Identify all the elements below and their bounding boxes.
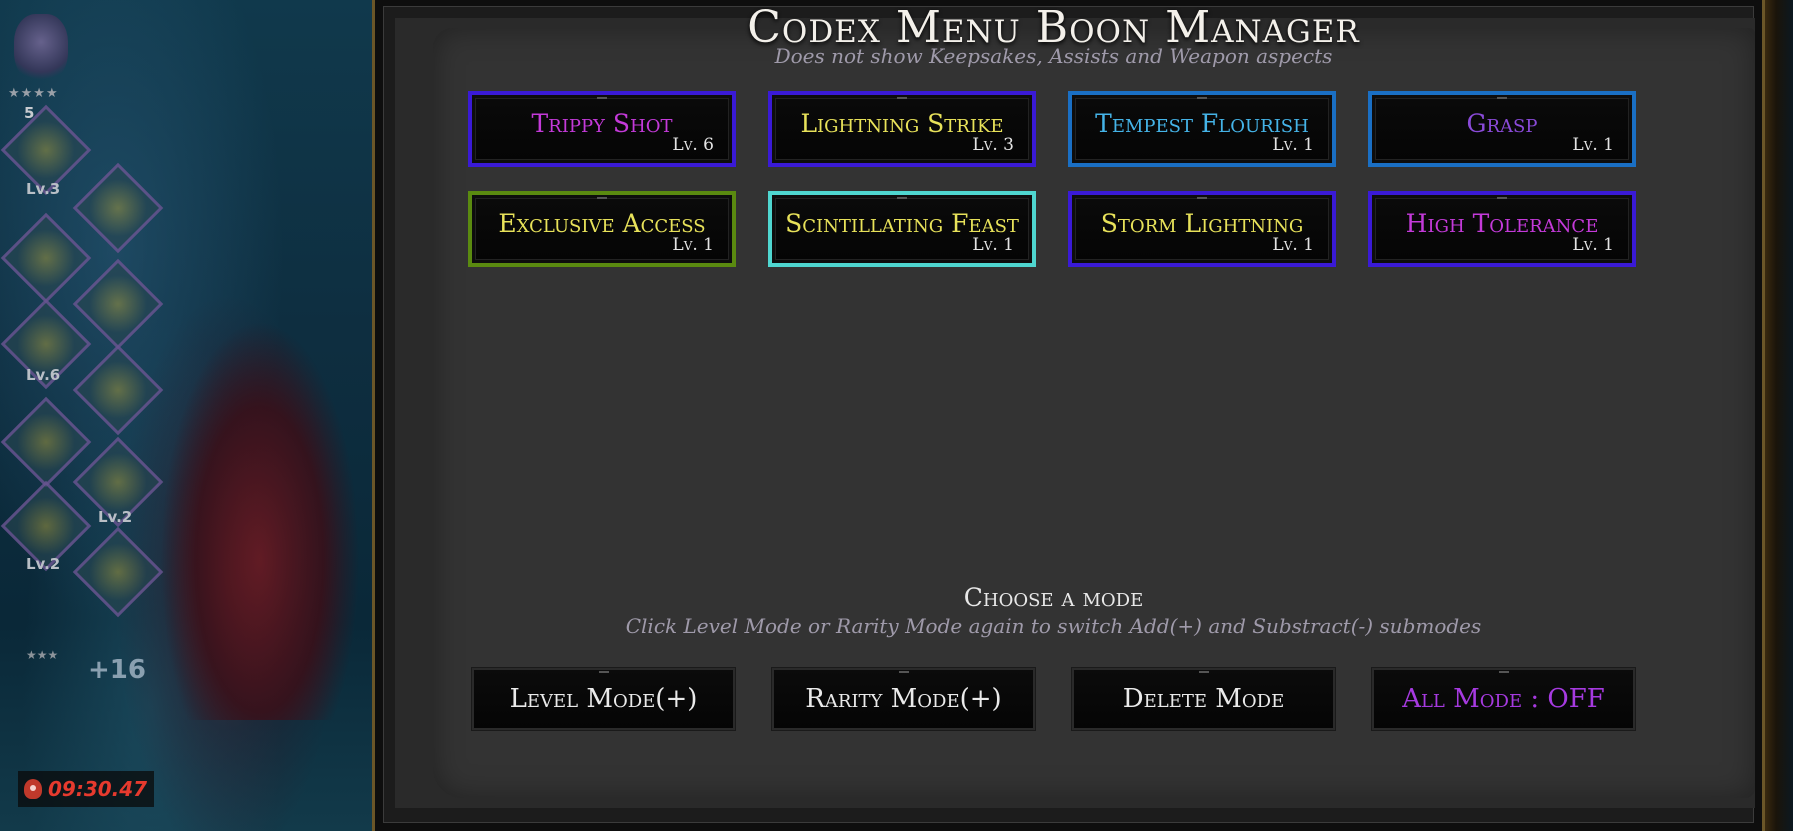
mode-section-hint: Click Level Mode or Rarity Mode again to…	[625, 614, 1482, 638]
boon-slot-level: Lv.6	[26, 366, 61, 384]
delete-mode-button[interactable]: Delete Mode	[1071, 667, 1336, 731]
boon-level: Lv. 3	[972, 135, 1014, 155]
boon-name: Scintillating Feast	[785, 209, 1019, 238]
boon-slot-level: Lv.3	[26, 180, 61, 198]
boon-name: Tempest Flourish	[1095, 109, 1309, 138]
right-edge-decoration	[1765, 0, 1793, 831]
boon-level: Lv. 1	[1272, 235, 1314, 255]
button-tick	[1498, 671, 1509, 673]
boon-slot-icon[interactable]	[0, 396, 92, 488]
more-boons-count: +16	[88, 655, 146, 685]
all-mode-toggle[interactable]: All Mode : OFF	[1371, 667, 1636, 731]
level-mode-button[interactable]: Level Mode(+)	[471, 667, 736, 731]
screen: ★★★★ 5 Lv.3 Lv.6 Lv.2 Lv.2 ★★★ +16 09:30…	[0, 0, 1793, 831]
boon-level: Lv. 1	[672, 235, 714, 255]
boon-card[interactable]: Scintillating Feast Lv. 1	[768, 191, 1036, 267]
boon-card[interactable]: Grasp Lv. 1	[1368, 91, 1636, 167]
boon-card[interactable]: Trippy Shot Lv. 6	[468, 91, 736, 167]
boon-slot-level: Lv.2	[26, 555, 61, 573]
boon-name: Grasp	[1466, 109, 1538, 138]
familiar-icon	[14, 14, 68, 84]
boon-level: Lv. 6	[672, 135, 714, 155]
boon-name: Trippy Shot	[531, 109, 673, 138]
boon-level: Lv. 1	[972, 235, 1014, 255]
page-subtitle: Does not show Keepsakes, Assists and Wea…	[774, 44, 1333, 68]
button-tick	[1198, 671, 1209, 673]
statue-decoration	[160, 320, 360, 720]
boon-level: Lv. 1	[1572, 235, 1614, 255]
rarity-mode-button[interactable]: Rarity Mode(+)	[771, 667, 1036, 731]
boon-card[interactable]: High Tolerance Lv. 1	[1368, 191, 1636, 267]
boon-card[interactable]: Tempest Flourish Lv. 1	[1068, 91, 1336, 167]
mode-section-title: Choose a mode	[963, 583, 1144, 612]
boon-name: Exclusive Access	[498, 209, 706, 238]
boon-card[interactable]: Exclusive Access Lv. 1	[468, 191, 736, 267]
rarity-stars: ★★★★	[8, 86, 59, 101]
timer-icon	[24, 779, 42, 799]
boon-card[interactable]: Lightning Strike Lv. 3	[768, 91, 1036, 167]
boon-slot-icon[interactable]	[72, 258, 164, 350]
boon-level: Lv. 1	[1572, 135, 1614, 155]
boon-name: Storm Lightning	[1100, 209, 1304, 238]
boon-slot-icon[interactable]	[72, 162, 164, 254]
boon-level: Lv. 1	[1272, 135, 1314, 155]
boon-slot-level: Lv.2	[98, 508, 133, 526]
button-tick	[598, 671, 609, 673]
boon-slot-icon[interactable]	[0, 212, 92, 304]
game-background: ★★★★ 5 Lv.3 Lv.6 Lv.2 Lv.2 ★★★ +16 09:30…	[0, 0, 380, 831]
boon-name: Lightning Strike	[800, 109, 1004, 138]
timer-value: 09:30.47	[48, 777, 148, 801]
boon-name: High Tolerance	[1405, 209, 1599, 238]
run-timer: 09:30.47	[18, 771, 154, 807]
boon-slot-icon[interactable]	[72, 344, 164, 436]
rarity-stars: ★★★	[26, 648, 59, 662]
boon-slot-icon[interactable]	[72, 526, 164, 618]
boon-card[interactable]: Storm Lightning Lv. 1	[1068, 191, 1336, 267]
button-tick	[898, 671, 909, 673]
